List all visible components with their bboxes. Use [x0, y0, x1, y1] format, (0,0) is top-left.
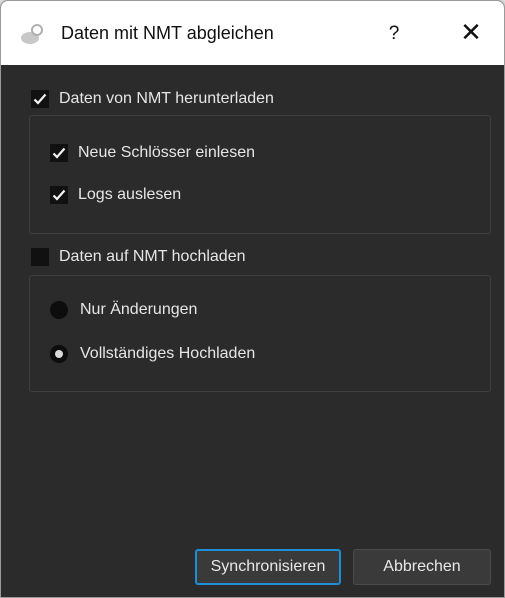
synchronize-button[interactable]: Synchronisieren	[195, 549, 341, 585]
download-label: Daten von NMT herunterladen	[59, 90, 274, 107]
full-upload-radio[interactable]: Vollständiges Hochladen	[50, 342, 255, 366]
upload-checkbox[interactable]: Daten auf NMT hochladen	[31, 245, 245, 269]
download-options-group: Neue Schlösser einlesen Logs auslesen	[29, 115, 491, 234]
upload-check-box	[31, 248, 49, 266]
new-locks-checkbox[interactable]: Neue Schlösser einlesen	[50, 141, 255, 165]
upload-options-group: Nur Änderungen Vollständiges Hochladen	[29, 275, 491, 392]
read-logs-check-icon	[50, 186, 68, 204]
full-upload-label: Vollständiges Hochladen	[80, 345, 256, 362]
only-changes-radio[interactable]: Nur Änderungen	[50, 298, 197, 322]
title-bar[interactable]: Daten mit NMT abgleichen ? ✕	[1, 1, 504, 65]
download-checkbox[interactable]: Daten von NMT herunterladen	[31, 87, 274, 111]
window-title: Daten mit NMT abgleichen	[61, 23, 274, 43]
read-logs-checkbox[interactable]: Logs auslesen	[50, 183, 181, 207]
close-button[interactable]: ✕	[451, 13, 491, 53]
download-check-icon	[31, 90, 49, 108]
cancel-button[interactable]: Abbrechen	[353, 549, 491, 585]
new-locks-label: Neue Schlösser einlesen	[78, 144, 255, 161]
new-locks-check-icon	[50, 144, 68, 162]
app-icon	[19, 23, 45, 45]
dialog-content: Daten von NMT herunterladen Neue Schlöss…	[1, 65, 504, 597]
full-upload-radio-icon	[50, 345, 68, 363]
upload-label: Daten auf NMT hochladen	[59, 248, 246, 265]
dialog-window: Daten mit NMT abgleichen ? ✕ Daten von N…	[0, 0, 505, 598]
read-logs-label: Logs auslesen	[78, 186, 182, 203]
only-changes-radio-icon	[50, 301, 68, 319]
help-button[interactable]: ?	[379, 17, 409, 51]
only-changes-label: Nur Änderungen	[80, 301, 198, 318]
